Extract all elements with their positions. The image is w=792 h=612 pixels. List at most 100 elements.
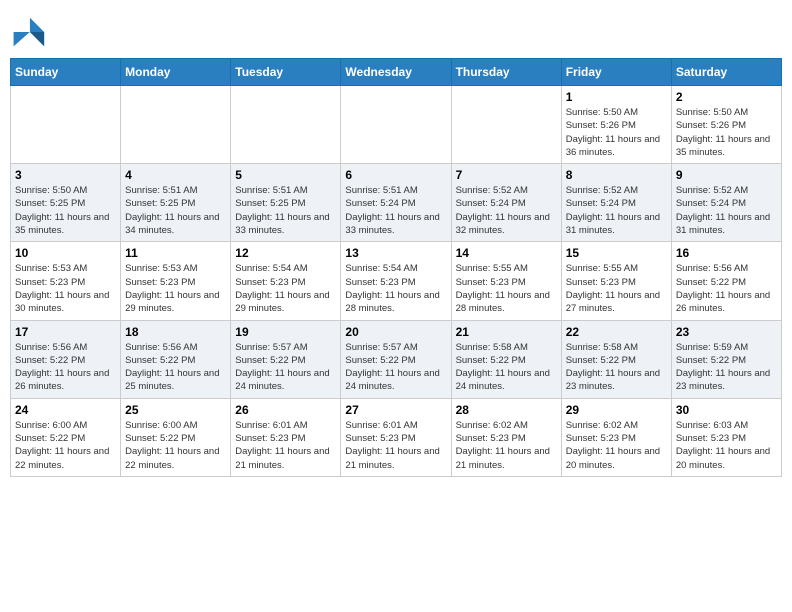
calendar-cell: 26 Sunrise: 6:01 AM Sunset: 5:23 PM Dayli…	[231, 398, 341, 476]
day-header-thursday: Thursday	[451, 59, 561, 86]
day-headers: SundayMondayTuesdayWednesdayThursdayFrid…	[11, 59, 782, 86]
day-header-wednesday: Wednesday	[341, 59, 451, 86]
calendar-cell	[11, 86, 121, 164]
day-info: Sunrise: 5:55 AM Sunset: 5:23 PM Dayligh…	[456, 262, 557, 315]
calendar-cell: 3 Sunrise: 5:50 AM Sunset: 5:25 PM Daylig…	[11, 164, 121, 242]
day-number: 30	[676, 403, 777, 417]
day-number: 15	[566, 246, 667, 260]
calendar-cell: 17 Sunrise: 5:56 AM Sunset: 5:22 PM Dayli…	[11, 320, 121, 398]
calendar-cell	[231, 86, 341, 164]
day-info: Sunrise: 5:58 AM Sunset: 5:22 PM Dayligh…	[566, 341, 667, 394]
day-header-tuesday: Tuesday	[231, 59, 341, 86]
day-number: 2	[676, 90, 777, 104]
day-number: 11	[125, 246, 226, 260]
calendar-cell: 11 Sunrise: 5:53 AM Sunset: 5:23 PM Dayli…	[121, 242, 231, 320]
calendar-cell	[451, 86, 561, 164]
day-info: Sunrise: 5:52 AM Sunset: 5:24 PM Dayligh…	[676, 184, 777, 237]
calendar-cell: 23 Sunrise: 5:59 AM Sunset: 5:22 PM Dayli…	[671, 320, 781, 398]
calendar-cell: 28 Sunrise: 6:02 AM Sunset: 5:23 PM Dayli…	[451, 398, 561, 476]
day-info: Sunrise: 5:56 AM Sunset: 5:22 PM Dayligh…	[15, 341, 116, 394]
day-number: 5	[235, 168, 336, 182]
calendar-cell: 19 Sunrise: 5:57 AM Sunset: 5:22 PM Dayli…	[231, 320, 341, 398]
calendar-cell: 15 Sunrise: 5:55 AM Sunset: 5:23 PM Dayli…	[561, 242, 671, 320]
day-number: 9	[676, 168, 777, 182]
day-number: 26	[235, 403, 336, 417]
day-info: Sunrise: 5:54 AM Sunset: 5:23 PM Dayligh…	[235, 262, 336, 315]
day-info: Sunrise: 5:59 AM Sunset: 5:22 PM Dayligh…	[676, 341, 777, 394]
day-info: Sunrise: 6:02 AM Sunset: 5:23 PM Dayligh…	[566, 419, 667, 472]
calendar-cell: 8 Sunrise: 5:52 AM Sunset: 5:24 PM Daylig…	[561, 164, 671, 242]
day-number: 23	[676, 325, 777, 339]
calendar-cell: 25 Sunrise: 6:00 AM Sunset: 5:22 PM Dayli…	[121, 398, 231, 476]
calendar-cell: 21Sunrise: 5:58 AM Sunset: 5:22 PM Dayli…	[451, 320, 561, 398]
day-number: 27	[345, 403, 446, 417]
calendar-week-5: 24 Sunrise: 6:00 AM Sunset: 5:22 PM Dayli…	[11, 398, 782, 476]
day-info: Sunrise: 5:57 AM Sunset: 5:22 PM Dayligh…	[345, 341, 446, 394]
calendar-cell: 20 Sunrise: 5:57 AM Sunset: 5:22 PM Dayli…	[341, 320, 451, 398]
calendar: SundayMondayTuesdayWednesdayThursdayFrid…	[10, 58, 782, 477]
day-info: Sunrise: 5:50 AM Sunset: 5:26 PM Dayligh…	[566, 106, 667, 159]
day-info: Sunrise: 6:00 AM Sunset: 5:22 PM Dayligh…	[125, 419, 226, 472]
day-number: 18	[125, 325, 226, 339]
logo	[10, 14, 48, 50]
day-info: Sunrise: 5:54 AM Sunset: 5:23 PM Dayligh…	[345, 262, 446, 315]
day-info: Sunrise: 6:01 AM Sunset: 5:23 PM Dayligh…	[235, 419, 336, 472]
day-number: 20	[345, 325, 446, 339]
calendar-cell: 29 Sunrise: 6:02 AM Sunset: 5:23 PM Dayli…	[561, 398, 671, 476]
calendar-week-1: 1 Sunrise: 5:50 AM Sunset: 5:26 PM Daylig…	[11, 86, 782, 164]
day-info: Sunrise: 5:57 AM Sunset: 5:22 PM Dayligh…	[235, 341, 336, 394]
day-number: 13	[345, 246, 446, 260]
day-header-sunday: Sunday	[11, 59, 121, 86]
day-number: 1	[566, 90, 667, 104]
day-info: Sunrise: 5:50 AM Sunset: 5:26 PM Dayligh…	[676, 106, 777, 159]
calendar-cell: 6Sunrise: 5:51 AM Sunset: 5:24 PM Daylig…	[341, 164, 451, 242]
day-number: 4	[125, 168, 226, 182]
day-number: 19	[235, 325, 336, 339]
day-info: Sunrise: 5:51 AM Sunset: 5:25 PM Dayligh…	[125, 184, 226, 237]
day-number: 28	[456, 403, 557, 417]
day-info: Sunrise: 5:51 AM Sunset: 5:25 PM Dayligh…	[235, 184, 336, 237]
day-info: Sunrise: 6:03 AM Sunset: 5:23 PM Dayligh…	[676, 419, 777, 472]
logo-icon	[10, 14, 46, 50]
day-info: Sunrise: 5:53 AM Sunset: 5:23 PM Dayligh…	[15, 262, 116, 315]
day-header-monday: Monday	[121, 59, 231, 86]
calendar-cell	[121, 86, 231, 164]
page-header	[10, 10, 782, 50]
calendar-cell: 16Sunrise: 5:56 AM Sunset: 5:22 PM Dayli…	[671, 242, 781, 320]
day-number: 14	[456, 246, 557, 260]
day-number: 24	[15, 403, 116, 417]
day-info: Sunrise: 5:52 AM Sunset: 5:24 PM Dayligh…	[456, 184, 557, 237]
calendar-cell: 7 Sunrise: 5:52 AM Sunset: 5:24 PM Daylig…	[451, 164, 561, 242]
calendar-cell: 9 Sunrise: 5:52 AM Sunset: 5:24 PM Daylig…	[671, 164, 781, 242]
day-number: 3	[15, 168, 116, 182]
calendar-cell: 2 Sunrise: 5:50 AM Sunset: 5:26 PM Daylig…	[671, 86, 781, 164]
day-info: Sunrise: 6:00 AM Sunset: 5:22 PM Dayligh…	[15, 419, 116, 472]
calendar-cell: 30 Sunrise: 6:03 AM Sunset: 5:23 PM Dayli…	[671, 398, 781, 476]
calendar-cell: 18Sunrise: 5:56 AM Sunset: 5:22 PM Dayli…	[121, 320, 231, 398]
day-info: Sunrise: 6:02 AM Sunset: 5:23 PM Dayligh…	[456, 419, 557, 472]
day-info: Sunrise: 5:53 AM Sunset: 5:23 PM Dayligh…	[125, 262, 226, 315]
calendar-cell: 22 Sunrise: 5:58 AM Sunset: 5:22 PM Dayli…	[561, 320, 671, 398]
calendar-week-4: 17 Sunrise: 5:56 AM Sunset: 5:22 PM Dayli…	[11, 320, 782, 398]
calendar-week-3: 10Sunrise: 5:53 AM Sunset: 5:23 PM Dayli…	[11, 242, 782, 320]
day-info: Sunrise: 5:56 AM Sunset: 5:22 PM Dayligh…	[676, 262, 777, 315]
calendar-week-2: 3 Sunrise: 5:50 AM Sunset: 5:25 PM Daylig…	[11, 164, 782, 242]
day-number: 22	[566, 325, 667, 339]
day-number: 12	[235, 246, 336, 260]
calendar-cell: 13 Sunrise: 5:54 AM Sunset: 5:23 PM Dayli…	[341, 242, 451, 320]
day-info: Sunrise: 5:55 AM Sunset: 5:23 PM Dayligh…	[566, 262, 667, 315]
day-number: 25	[125, 403, 226, 417]
calendar-cell	[341, 86, 451, 164]
calendar-cell: 12 Sunrise: 5:54 AM Sunset: 5:23 PM Dayli…	[231, 242, 341, 320]
calendar-cell: 27Sunrise: 6:01 AM Sunset: 5:23 PM Dayli…	[341, 398, 451, 476]
day-number: 29	[566, 403, 667, 417]
day-number: 17	[15, 325, 116, 339]
day-number: 8	[566, 168, 667, 182]
calendar-cell: 5 Sunrise: 5:51 AM Sunset: 5:25 PM Daylig…	[231, 164, 341, 242]
calendar-cell: 4 Sunrise: 5:51 AM Sunset: 5:25 PM Daylig…	[121, 164, 231, 242]
day-info: Sunrise: 5:52 AM Sunset: 5:24 PM Dayligh…	[566, 184, 667, 237]
calendar-cell: 10Sunrise: 5:53 AM Sunset: 5:23 PM Dayli…	[11, 242, 121, 320]
day-info: Sunrise: 5:50 AM Sunset: 5:25 PM Dayligh…	[15, 184, 116, 237]
day-number: 7	[456, 168, 557, 182]
day-number: 21	[456, 325, 557, 339]
